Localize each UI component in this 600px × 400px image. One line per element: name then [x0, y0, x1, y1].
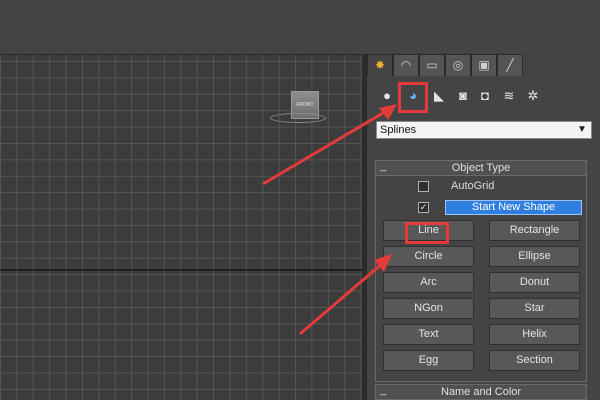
shapes-highlight-box [398, 82, 428, 113]
start-new-shape-button[interactable]: Start New Shape [445, 200, 582, 215]
autogrid-label: AutoGrid [451, 180, 495, 192]
rectangle-button[interactable]: Rectangle [489, 220, 580, 241]
command-panel-tabs: ✸ ◠ ▭ ◎ ▣ ╱ [367, 54, 600, 76]
space-warps-icon[interactable]: ≋ [499, 86, 519, 106]
front-viewport[interactable]: FRONT [0, 54, 364, 400]
cameras-icon[interactable]: ◙ [453, 86, 473, 106]
object-type-rollout-header[interactable]: _ Object Type [375, 160, 587, 176]
helpers-icon[interactable]: ◘ [475, 86, 495, 106]
ellipse-button[interactable]: Ellipse [489, 246, 580, 267]
rollout-title: Name and Color [440, 386, 522, 398]
star-button[interactable]: Star [489, 298, 580, 319]
name-and-color-rollout-header[interactable]: _ Name and Color [375, 384, 587, 400]
circle-button[interactable]: Circle [383, 246, 474, 267]
viewcube-ring[interactable] [270, 113, 326, 123]
donut-button[interactable]: Donut [489, 272, 580, 293]
collapse-icon[interactable]: _ [380, 159, 386, 173]
display-icon[interactable]: ▣ [471, 54, 497, 76]
utilities-icon[interactable]: ╱ [497, 54, 523, 76]
helix-button[interactable]: Helix [489, 324, 580, 345]
chevron-down-icon[interactable]: ▼ [575, 123, 589, 137]
start-new-shape-checkbox[interactable]: ✓ [418, 202, 429, 213]
line-highlight-box [405, 222, 449, 244]
viewport-axis-line [0, 269, 364, 271]
category-dropdown[interactable]: Splines ▼ [376, 121, 592, 139]
lights-icon[interactable]: ◣ [429, 86, 449, 106]
dropdown-value: Splines [380, 124, 417, 136]
ngon-button[interactable]: NGon [383, 298, 474, 319]
motion-icon[interactable]: ◎ [445, 54, 471, 76]
create-icon[interactable]: ✸ [367, 54, 393, 76]
viewcube[interactable]: FRONT [266, 87, 326, 129]
collapse-icon[interactable]: _ [380, 383, 386, 397]
top-toolbar-area [0, 0, 600, 54]
geometry-icon[interactable]: ● [377, 86, 397, 106]
arc-button[interactable]: Arc [383, 272, 474, 293]
text-button[interactable]: Text [383, 324, 474, 345]
rollout-title: Object Type [451, 162, 511, 174]
autogrid-checkbox[interactable] [418, 181, 429, 192]
command-panel: ✸ ◠ ▭ ◎ ▣ ╱ ● ◕ ◣ ◙ ◘ ≋ ✲ Splines ▼ _ Ob… [367, 54, 600, 400]
section-button[interactable]: Section [489, 350, 580, 371]
modify-icon[interactable]: ◠ [393, 54, 419, 76]
hierarchy-icon[interactable]: ▭ [419, 54, 445, 76]
egg-button[interactable]: Egg [383, 350, 474, 371]
systems-icon[interactable]: ✲ [523, 86, 543, 106]
